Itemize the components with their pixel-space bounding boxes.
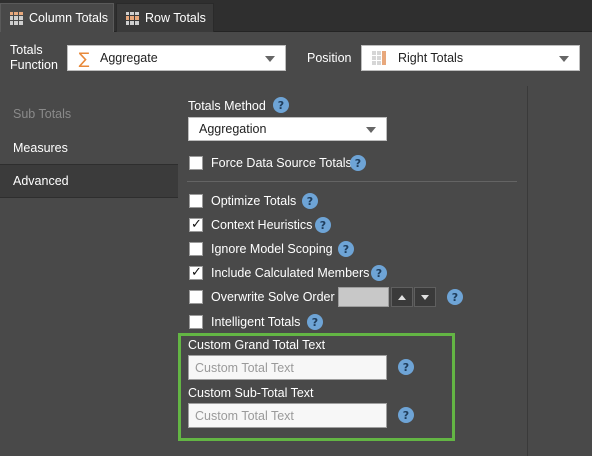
question-circle-icon[interactable]: ?	[307, 314, 323, 330]
custom-sub-total-input[interactable]	[188, 403, 387, 428]
include-calculated-members-checkbox[interactable]	[189, 266, 203, 280]
intelligent-totals-label: Intelligent Totals	[211, 315, 301, 329]
totals-function-label: Totals Function	[10, 43, 58, 72]
sidebar-item-sub-totals: Sub Totals	[0, 97, 178, 131]
tab-label: Column Totals	[29, 11, 108, 25]
sidebar-item-label: Measures	[13, 141, 68, 155]
optimize-totals-label: Optimize Totals	[211, 194, 297, 208]
position-select[interactable]: Right Totals	[361, 45, 580, 71]
chevron-down-icon	[265, 56, 275, 62]
chevron-down-icon	[559, 56, 569, 62]
sidebar-item-measures[interactable]: Measures	[0, 131, 178, 165]
include-calculated-members-label: Include Calculated Members	[211, 266, 370, 280]
arrow-down-icon	[421, 294, 429, 300]
context-heuristics-label: Context Heuristics	[211, 218, 313, 232]
question-circle-icon[interactable]: ?	[350, 155, 366, 171]
position-value: Right Totals	[398, 51, 464, 65]
grid-icon	[126, 11, 139, 25]
custom-grand-total-input[interactable]	[188, 355, 387, 380]
tab-label: Row Totals	[145, 11, 206, 25]
ignore-model-scoping-label: Ignore Model Scoping	[211, 242, 333, 256]
tab-column-totals[interactable]: Column Totals	[0, 3, 114, 32]
overwrite-solve-order-checkbox[interactable]	[189, 290, 203, 304]
question-circle-icon[interactable]: ?	[398, 359, 414, 375]
totals-method-value: Aggregation	[199, 122, 267, 136]
force-data-source-totals-checkbox[interactable]	[189, 156, 203, 170]
position-label: Position	[307, 51, 352, 65]
overwrite-solve-order-label: Overwrite Solve Order	[211, 290, 335, 304]
solve-order-input[interactable]	[338, 287, 389, 307]
panel-divider	[527, 86, 528, 456]
question-circle-icon[interactable]: ?	[302, 193, 318, 209]
sidebar-item-advanced[interactable]: Advanced	[0, 164, 178, 198]
question-circle-icon[interactable]: ?	[371, 265, 387, 281]
question-circle-icon[interactable]: ?	[338, 241, 354, 257]
sigma-icon: ∑	[78, 48, 90, 68]
grid-icon	[10, 11, 23, 25]
tab-row-totals[interactable]: Row Totals	[116, 3, 214, 32]
custom-sub-total-label: Custom Sub-Total Text	[188, 386, 314, 400]
question-circle-icon[interactable]: ?	[398, 407, 414, 423]
totals-method-select[interactable]: Aggregation	[188, 117, 387, 141]
question-circle-icon[interactable]: ?	[315, 217, 331, 233]
totals-function-select[interactable]: ∑ Aggregate	[67, 45, 286, 71]
arrow-up-icon	[398, 294, 406, 300]
ignore-model-scoping-checkbox[interactable]	[189, 242, 203, 256]
question-circle-icon[interactable]: ?	[447, 289, 463, 305]
sidebar-item-label: Advanced	[13, 174, 69, 188]
divider	[187, 181, 517, 182]
optimize-totals-checkbox[interactable]	[189, 194, 203, 208]
totals-function-value: Aggregate	[100, 51, 158, 65]
context-heuristics-checkbox[interactable]	[189, 218, 203, 232]
sidebar-item-label: Sub Totals	[13, 107, 72, 121]
custom-grand-total-label: Custom Grand Total Text	[188, 338, 326, 352]
question-circle-icon[interactable]: ?	[273, 97, 289, 113]
force-data-source-totals-label: Force Data Source Totals	[211, 156, 352, 170]
chevron-down-icon	[366, 127, 376, 133]
decrement-button[interactable]	[414, 287, 436, 307]
intelligent-totals-checkbox[interactable]	[189, 315, 203, 329]
right-totals-icon	[372, 51, 386, 65]
increment-button[interactable]	[391, 287, 413, 307]
totals-method-label: Totals Method	[188, 99, 266, 113]
